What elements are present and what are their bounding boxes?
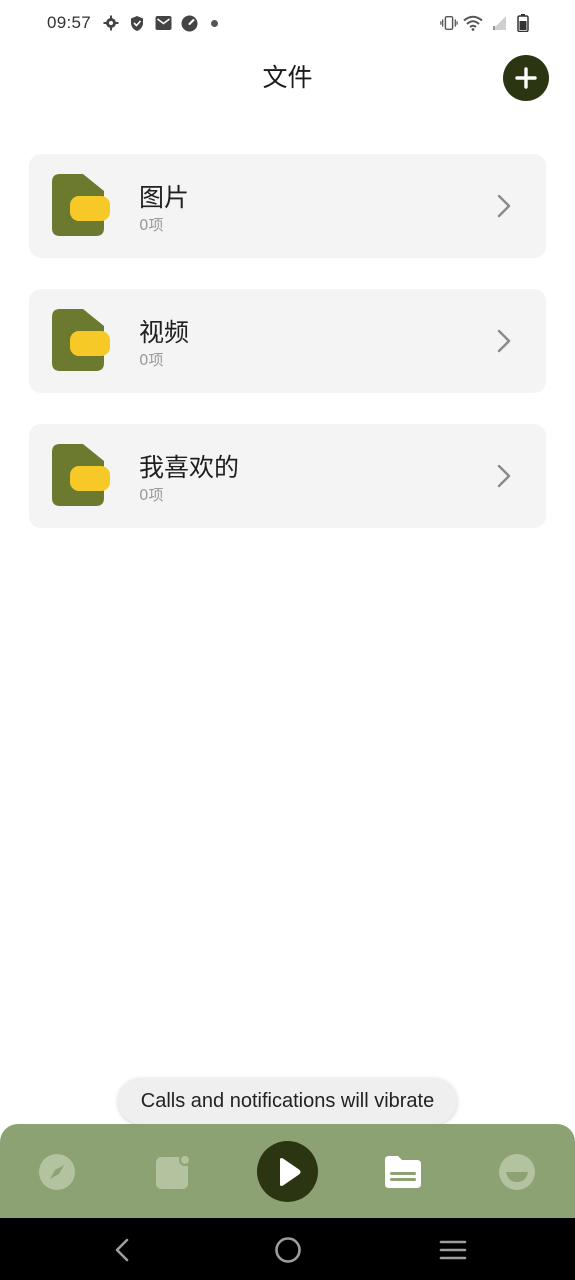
vibrate-icon xyxy=(440,14,458,32)
chevron-right-icon xyxy=(497,464,511,488)
folder-count: 0项 xyxy=(139,351,164,369)
wifi-icon xyxy=(463,14,483,32)
face-icon xyxy=(499,1154,535,1190)
mail-icon xyxy=(154,14,172,32)
folder-count: 0项 xyxy=(139,486,164,504)
status-bar: 09:57 xyxy=(0,0,575,48)
bottom-nav xyxy=(0,1124,575,1220)
folder-list: 图片 0项 视频 0项 我喜欢的 0项 xyxy=(29,154,546,559)
folder-icon xyxy=(385,1156,421,1188)
folder-card-favorites[interactable]: 我喜欢的 0项 xyxy=(29,424,546,528)
nav-play-button[interactable] xyxy=(257,1141,318,1202)
note-icon xyxy=(156,1154,191,1189)
home-button[interactable] xyxy=(272,1234,304,1266)
folder-icon xyxy=(52,444,110,506)
play-icon xyxy=(279,1157,300,1186)
folder-icon xyxy=(52,309,110,371)
plus-icon xyxy=(515,67,537,89)
nav-notes[interactable] xyxy=(153,1152,193,1192)
battery-icon xyxy=(514,14,532,32)
signal-icon xyxy=(489,14,507,32)
folder-name: 我喜欢的 xyxy=(139,453,240,482)
chevron-right-icon xyxy=(497,194,511,218)
folder-name: 图片 xyxy=(139,183,190,212)
back-icon xyxy=(115,1238,129,1262)
back-button[interactable] xyxy=(106,1234,138,1266)
dot-icon xyxy=(211,20,218,27)
page-title: 文件 xyxy=(262,63,313,92)
nav-discover[interactable] xyxy=(37,1152,77,1192)
folder-name: 视频 xyxy=(139,318,190,347)
system-nav xyxy=(0,1218,575,1280)
menu-icon xyxy=(439,1240,467,1260)
speedometer-icon xyxy=(180,14,198,32)
folder-icon xyxy=(52,174,110,236)
top-bar: 文件 xyxy=(0,48,575,108)
menu-button[interactable] xyxy=(437,1234,469,1266)
gear-icon xyxy=(102,14,120,32)
compass-icon xyxy=(39,1154,75,1190)
home-icon xyxy=(275,1237,301,1263)
toast-message: Calls and notifications will vibrate xyxy=(118,1078,457,1124)
nav-profile[interactable] xyxy=(497,1152,537,1192)
folder-count: 0项 xyxy=(139,216,164,234)
chevron-right-icon xyxy=(497,329,511,353)
shield-icon xyxy=(128,14,146,32)
add-button[interactable] xyxy=(503,55,549,101)
folder-card-videos[interactable]: 视频 0项 xyxy=(29,289,546,393)
folder-card-pictures[interactable]: 图片 0项 xyxy=(29,154,546,258)
status-time: 09:57 xyxy=(47,13,92,32)
nav-files[interactable] xyxy=(383,1152,423,1192)
